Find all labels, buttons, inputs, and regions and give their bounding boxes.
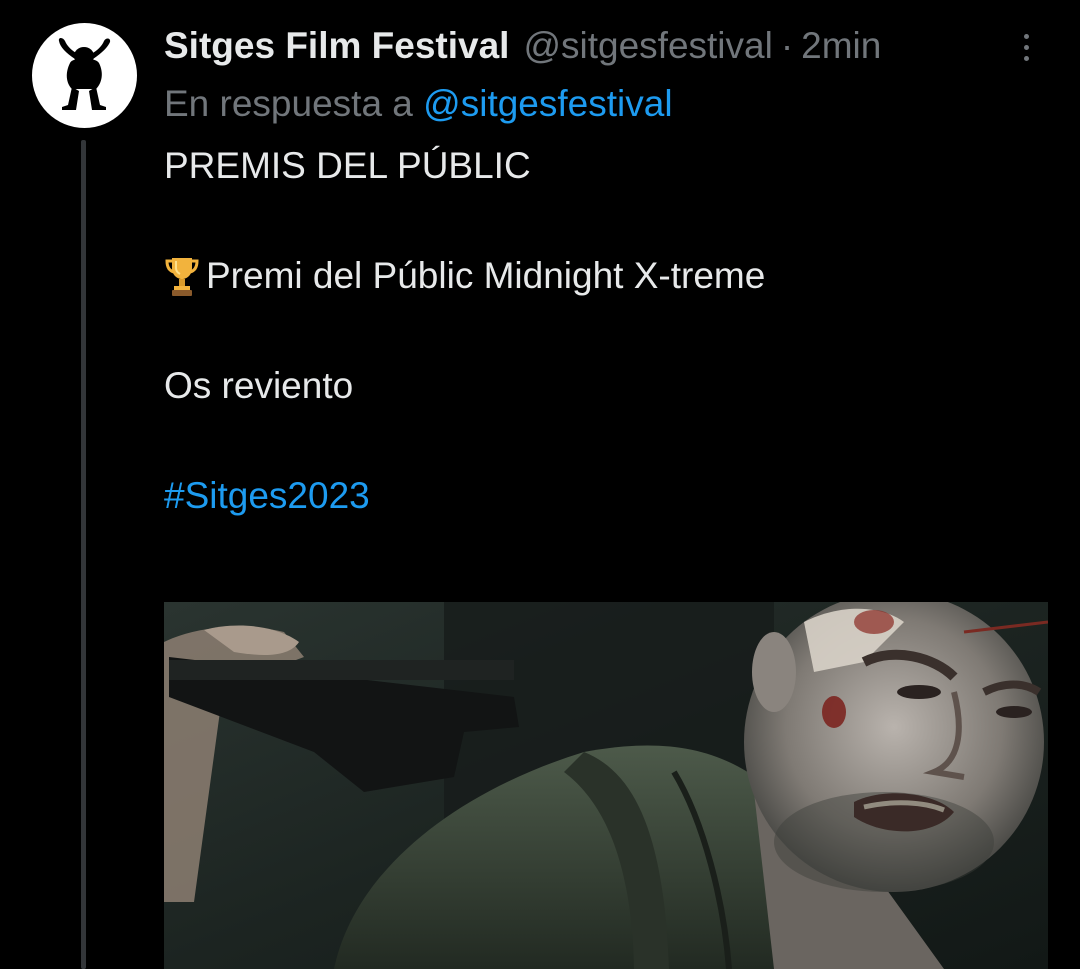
- display-name[interactable]: Sitges Film Festival: [164, 22, 509, 70]
- separator-dot: ·: [780, 25, 794, 66]
- thread-line: [81, 140, 86, 969]
- tweet-text-line-award: Premi del Públic Midnight X-treme: [164, 252, 765, 300]
- user-handle[interactable]: @sitgesfestival: [523, 22, 772, 70]
- avatar[interactable]: [32, 23, 137, 128]
- tweet[interactable]: Sitges Film Festival @sitgesfestival · 2…: [0, 0, 1080, 969]
- gorilla-logo-icon: [58, 38, 111, 110]
- trophy-icon: [164, 254, 200, 298]
- hashtag-link[interactable]: #Sitges2023: [164, 472, 370, 520]
- reply-context: En respuesta a @sitgesfestival: [164, 80, 673, 128]
- tweet-text-line: PREMIS DEL PÚBLIC: [164, 145, 531, 186]
- tweet-media-image[interactable]: [164, 602, 1048, 969]
- tweet-header: Sitges Film Festival @sitgesfestival · 2…: [164, 22, 881, 70]
- timestamp[interactable]: 2min: [801, 22, 881, 70]
- tweet-text-line: Os reviento: [164, 365, 354, 406]
- reply-mention-link[interactable]: @sitgesfestival: [423, 83, 672, 124]
- award-text: Premi del Públic Midnight X-treme: [206, 255, 766, 296]
- reply-prefix: En respuesta a: [164, 83, 413, 124]
- more-vertical-icon[interactable]: [1014, 30, 1038, 70]
